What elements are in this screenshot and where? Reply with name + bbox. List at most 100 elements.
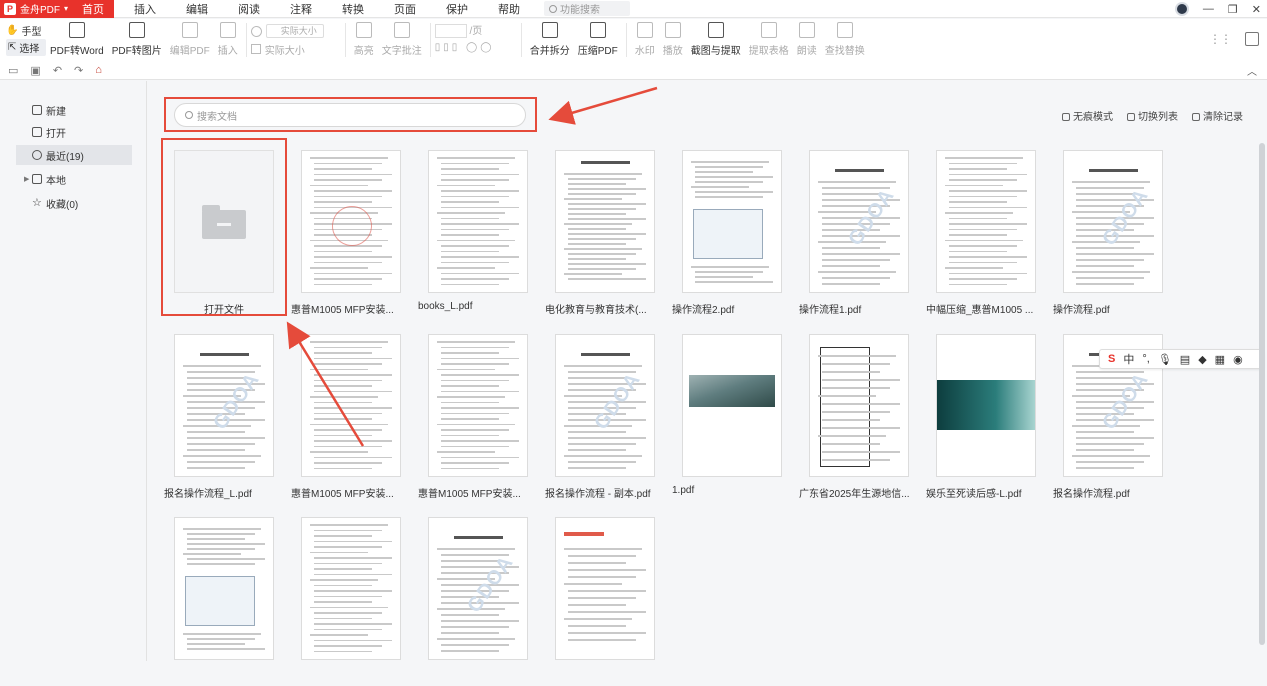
toggle-list-button[interactable]: 切换列表 <box>1127 108 1178 123</box>
text-line <box>1076 247 1134 249</box>
sidebar-item-new[interactable]: 新建 <box>16 100 132 120</box>
ime-punctuation-icon[interactable]: °, <box>1142 353 1149 365</box>
ime-more-icon[interactable]: ◉ <box>1233 353 1243 366</box>
file-tile[interactable]: GDOA 报名操作流程 - 副本.pdf <box>545 334 665 500</box>
tab-protect[interactable]: 保护 <box>436 0 478 18</box>
clear-history-button[interactable]: 清除记录 <box>1192 108 1243 123</box>
file-tile[interactable]: GDOA 操作流程.pdf <box>1053 150 1173 316</box>
file-thumbnail: GDOA <box>809 150 909 293</box>
text-line <box>695 281 773 283</box>
view-mode-icons[interactable]: ▯▯▯ ◯◯ <box>435 42 517 53</box>
pdf-to-word-button[interactable]: PDF转Word <box>50 19 104 57</box>
file-tile[interactable] <box>545 517 665 668</box>
file-tile[interactable]: 惠普M1005 MFP安装... <box>291 150 411 316</box>
play-button[interactable]: 播放 <box>663 19 683 57</box>
text-line <box>949 206 1027 208</box>
screenshot-extract-button[interactable]: 截图与提取 <box>691 19 741 57</box>
chevron-right-icon[interactable]: ▶ <box>24 175 29 183</box>
tab-home[interactable]: 首页 <box>72 0 114 18</box>
more-dots-icon[interactable]: ⋮⋮ <box>1209 32 1232 46</box>
incognito-mode-button[interactable]: 无痕模式 <box>1062 108 1113 123</box>
ime-skin-icon[interactable]: ◆ <box>1198 353 1206 366</box>
tab-annotate[interactable]: 注释 <box>280 0 322 18</box>
select-tool-button[interactable]: ⇱ 选择 <box>6 39 46 56</box>
ime-chinese-mode[interactable]: 中 <box>1123 351 1134 367</box>
zoom-out-icon[interactable] <box>250 25 262 37</box>
zoom-select[interactable]: 实际大小 <box>265 24 324 38</box>
merge-split-button[interactable]: 合并拆分 <box>530 19 570 57</box>
maximize-icon[interactable]: ❐ <box>1228 3 1238 16</box>
file-tile[interactable]: 惠普M1005 MFP安装... <box>418 334 538 500</box>
close-icon[interactable]: ✕ <box>1252 3 1261 16</box>
text-line <box>568 228 626 230</box>
watermark-button[interactable]: 水印 <box>635 19 655 57</box>
tab-read[interactable]: 阅读 <box>228 0 270 18</box>
undo-icon[interactable]: ↶ <box>53 64 62 77</box>
file-tile[interactable]: books_L.pdf <box>418 150 538 312</box>
text-line <box>1076 277 1144 279</box>
text-line <box>310 368 368 370</box>
pdf-to-image-button[interactable]: PDF转图片 <box>112 19 162 57</box>
sidebar-item-recent[interactable]: 最近(19) <box>16 145 132 165</box>
text-line <box>441 632 499 634</box>
edit-pdf-button[interactable]: 编辑PDF <box>170 19 210 57</box>
text-line <box>695 176 773 178</box>
text-line <box>441 401 499 403</box>
insert-button[interactable]: 插入 <box>218 19 238 57</box>
file-tile[interactable]: 电化教育与教育技术(... <box>545 150 665 316</box>
actual-size-icon[interactable] <box>250 44 261 54</box>
tab-edit[interactable]: 编辑 <box>176 0 218 18</box>
hand-tool-button[interactable]: ✋ 手型 <box>6 22 46 39</box>
mode-group: ✋ 手型 ⇱ 选择 <box>0 19 46 56</box>
ime-logo-icon[interactable]: S <box>1108 353 1115 365</box>
collapse-ribbon-icon[interactable]: ︿ <box>1247 63 1257 78</box>
tab-page[interactable]: 页面 <box>384 0 426 18</box>
file-tile[interactable]: 广东省2025年生源地信... <box>799 334 919 500</box>
sidebar-item-open[interactable]: 打开 <box>16 122 132 142</box>
tab-convert[interactable]: 转换 <box>332 0 374 18</box>
settings-grid-icon[interactable] <box>1245 32 1259 46</box>
text-line <box>564 273 622 275</box>
toolbar-divider <box>245 23 247 57</box>
file-tile[interactable] <box>291 517 411 668</box>
sidebar-item-favorites[interactable]: ☆ 收藏(0) <box>16 193 132 213</box>
ime-keyboard-icon[interactable]: ▤ <box>1180 353 1190 366</box>
text-line <box>314 201 372 203</box>
avatar[interactable] <box>1174 2 1189 16</box>
file-tile[interactable]: GDOA 报名操作流程_L.pdf <box>164 334 284 500</box>
app-menu-button[interactable]: P 金舟PDF ▾ <box>0 0 72 18</box>
file-tile[interactable] <box>164 517 284 668</box>
home-icon[interactable]: ⌂ <box>95 64 102 76</box>
file-tile[interactable]: 娱乐至死读后感-L.pdf <box>926 334 1046 500</box>
file-tile[interactable]: 1.pdf <box>672 334 792 496</box>
highlight-button[interactable]: 高亮 <box>354 19 374 57</box>
find-replace-button[interactable]: 查找替换 <box>825 19 865 57</box>
vertical-scrollbar[interactable] <box>1259 143 1265 645</box>
ime-grid-icon[interactable]: ▦ <box>1215 353 1225 366</box>
tab-insert[interactable]: 插入 <box>124 0 166 18</box>
minimize-icon[interactable]: — <box>1203 3 1214 15</box>
sidebar-item-local[interactable]: ▶ 本地 <box>16 169 132 189</box>
save-icon[interactable]: ▣ <box>30 64 40 77</box>
text-line <box>441 250 499 252</box>
redo-icon[interactable]: ↷ <box>74 64 83 77</box>
file-tile[interactable]: 操作流程2.pdf <box>672 150 792 316</box>
text-line <box>441 190 519 192</box>
text-line <box>187 558 265 560</box>
incognito-mode-label: 无痕模式 <box>1073 112 1113 123</box>
print-icon[interactable]: ▭ <box>8 64 18 77</box>
text-line <box>568 461 636 463</box>
ime-mic-icon[interactable]: 🎙 <box>1158 353 1172 366</box>
file-name: 惠普M1005 MFP安装... <box>291 489 394 500</box>
function-search-input[interactable]: 功能搜索 <box>544 1 630 16</box>
compress-pdf-button[interactable]: 压缩PDF <box>578 19 618 57</box>
page-number-input[interactable] <box>434 24 467 39</box>
read-aloud-button[interactable]: 朗读 <box>797 19 817 57</box>
tab-help[interactable]: 帮助 <box>488 0 530 18</box>
file-tile[interactable]: 惠普M1005 MFP安装... <box>291 334 411 500</box>
file-tile[interactable]: 中幅压缩_惠普M1005 ... <box>926 150 1046 316</box>
extract-table-button[interactable]: 提取表格 <box>749 19 789 57</box>
file-tile[interactable]: GDOA <box>418 517 538 668</box>
file-tile[interactable]: GDOA 操作流程1.pdf <box>799 150 919 316</box>
text-note-button[interactable]: 文字批注 <box>382 19 422 57</box>
